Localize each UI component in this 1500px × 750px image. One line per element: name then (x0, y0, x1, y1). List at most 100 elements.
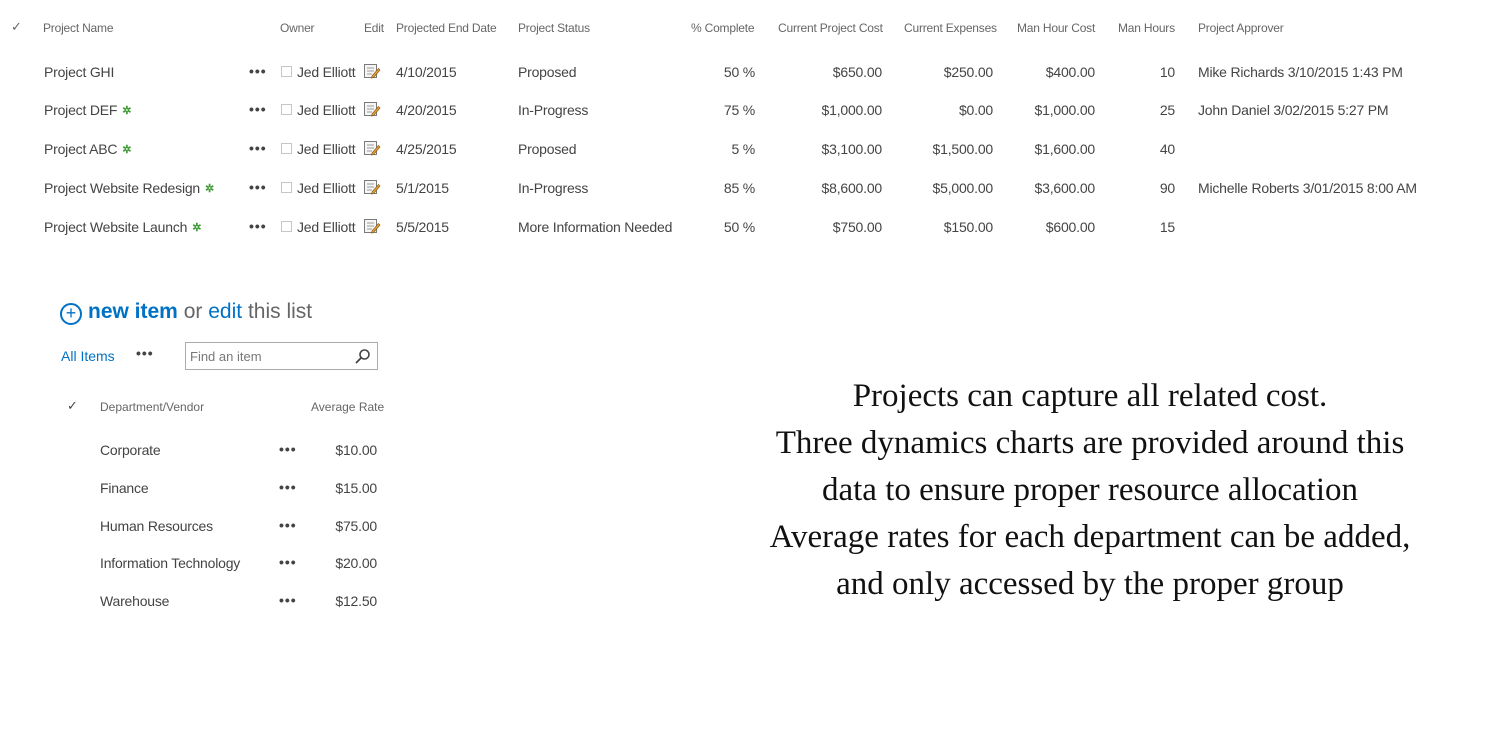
list-item[interactable]: Warehouse ••• $12.50 (0, 585, 420, 623)
status-cell: Proposed (518, 64, 577, 80)
cost-cell: $750.00 (832, 219, 882, 235)
list-item[interactable]: Finance ••• $15.00 (0, 472, 420, 510)
list-item[interactable]: Corporate ••• $10.00 (0, 434, 420, 472)
project-name-cell[interactable]: Project DEF ✲ (44, 102, 131, 118)
edit-list-link[interactable]: edit (208, 300, 242, 323)
hour-cost-cell: $600.00 (1045, 219, 1095, 235)
project-name-cell[interactable]: Project ABC ✲ (44, 141, 132, 157)
owner-cell: Jed Elliott (297, 180, 356, 196)
cost-cell: $8,600.00 (821, 180, 883, 196)
add-circle-icon[interactable]: + (60, 303, 82, 325)
expenses-cell: $1,500.00 (932, 141, 994, 157)
end-date-cell: 4/20/2015 (396, 102, 457, 118)
or-text: or (183, 300, 203, 323)
hour-cost-cell: $1,000.00 (1034, 102, 1096, 118)
status-cell: In-Progress (518, 102, 589, 118)
department-cell[interactable]: Finance (100, 480, 149, 496)
department-cell[interactable]: Warehouse (100, 593, 169, 609)
edit-icon[interactable] (363, 100, 381, 118)
select-all-checkmark[interactable]: ✓ (11, 19, 22, 35)
status-cell: More Information Needed (518, 219, 673, 235)
new-item-bar: + new item or edit this list (60, 300, 312, 325)
caption-line: Projects can capture all related cost. (852, 378, 1328, 414)
table-row[interactable]: Project ABC ✲ ••• Jed Elliott 4/25/2015 Prop… (0, 132, 1500, 170)
cost-cell: $650.00 (832, 64, 882, 80)
new-item-icon: ✲ (205, 183, 215, 195)
item-menu-button[interactable]: ••• (279, 517, 297, 533)
view-menu-button[interactable]: ••• (136, 345, 154, 361)
project-name-cell[interactable]: Project Website Launch ✲ (44, 219, 201, 235)
edit-icon[interactable] (363, 217, 381, 235)
table-row[interactable]: Project GHI ••• Jed Elliott 4/10/2015 Propo… (0, 55, 1500, 93)
column-header-end-date[interactable]: Projected End Date (396, 21, 497, 35)
column-header-complete[interactable]: % Complete (691, 21, 755, 35)
average-rate-cell: $15.00 (335, 480, 377, 496)
column-header-expenses[interactable]: Current Expenses (904, 21, 997, 35)
owner-cell: Jed Elliott (297, 219, 356, 235)
project-name-link[interactable]: Project GHI (44, 64, 114, 80)
edit-icon[interactable] (363, 62, 381, 80)
hour-cost-cell: $1,600.00 (1034, 141, 1096, 157)
column-header-approver[interactable]: Project Approver (1198, 21, 1284, 35)
approver-cell: Michelle Roberts 3/01/2015 8:00 AM (1198, 180, 1417, 196)
department-cell[interactable]: Information Technology (100, 555, 240, 571)
owner-cell: Jed Elliott (297, 102, 356, 118)
table-row[interactable]: Project Website Redesign ✲ ••• Jed Elliott … (0, 171, 1500, 209)
project-name-link[interactable]: Project Website Redesign (44, 180, 200, 196)
caption-line: Three dynamics charts are provided aroun… (775, 425, 1405, 461)
expenses-cell: $250.00 (943, 64, 993, 80)
column-header-cost[interactable]: Current Project Cost (778, 21, 883, 35)
item-menu-button[interactable]: ••• (249, 140, 267, 156)
owner-checkbox[interactable] (281, 221, 292, 232)
column-header-average-rate[interactable]: Average Rate (311, 400, 384, 414)
hours-cell: 10 (1159, 64, 1175, 80)
edit-icon[interactable] (363, 139, 381, 157)
column-header-project-name[interactable]: Project Name (43, 21, 113, 35)
item-menu-button[interactable]: ••• (249, 101, 267, 117)
owner-checkbox[interactable] (281, 104, 292, 115)
new-item-link[interactable]: new item (88, 300, 178, 323)
hours-cell: 40 (1159, 141, 1175, 157)
search-input[interactable] (190, 347, 350, 365)
item-menu-button[interactable]: ••• (279, 479, 297, 495)
expenses-cell: $0.00 (958, 102, 993, 118)
column-header-status[interactable]: Project Status (518, 21, 590, 35)
project-name-link[interactable]: Project ABC (44, 141, 117, 157)
edit-icon[interactable] (363, 178, 381, 196)
average-rate-cell: $75.00 (335, 518, 377, 534)
search-icon[interactable] (355, 348, 371, 364)
list-item[interactable]: Human Resources ••• $75.00 (0, 510, 420, 548)
column-header-department[interactable]: Department/Vendor (100, 400, 204, 414)
project-name-cell[interactable]: Project GHI (44, 64, 114, 80)
list-item[interactable]: Information Technology ••• $20.00 (0, 547, 420, 585)
cost-cell: $1,000.00 (821, 102, 883, 118)
table-row[interactable]: Project DEF ✲ ••• Jed Elliott 4/20/2015 In-P… (0, 93, 1500, 131)
department-cell[interactable]: Human Resources (100, 518, 213, 534)
rates-select-all-checkmark[interactable]: ✓ (67, 398, 78, 414)
column-header-owner[interactable]: Owner (280, 21, 315, 35)
column-header-edit[interactable]: Edit (364, 21, 384, 35)
item-menu-button[interactable]: ••• (249, 63, 267, 79)
owner-cell: Jed Elliott (297, 141, 356, 157)
item-menu-button[interactable]: ••• (279, 441, 297, 457)
project-name-link[interactable]: Project Website Launch (44, 219, 187, 235)
table-row[interactable]: Project Website Launch ✲ ••• Jed Elliott 5/… (0, 210, 1500, 248)
complete-cell: 5 % (731, 141, 755, 157)
expenses-cell: $150.00 (943, 219, 993, 235)
item-menu-button[interactable]: ••• (279, 554, 297, 570)
end-date-cell: 4/25/2015 (396, 141, 457, 157)
owner-checkbox[interactable] (281, 182, 292, 193)
project-name-link[interactable]: Project DEF (44, 102, 117, 118)
owner-checkbox[interactable] (281, 143, 292, 154)
item-menu-button[interactable]: ••• (249, 179, 267, 195)
item-menu-button[interactable]: ••• (249, 218, 267, 234)
view-all-items[interactable]: All Items (61, 348, 115, 364)
department-cell[interactable]: Corporate (100, 442, 161, 458)
owner-checkbox[interactable] (281, 66, 292, 77)
item-menu-button[interactable]: ••• (279, 592, 297, 608)
column-header-hour-cost[interactable]: Man Hour Cost (1017, 21, 1095, 35)
end-date-cell: 4/10/2015 (396, 64, 457, 80)
column-header-hours[interactable]: Man Hours (1118, 21, 1175, 35)
complete-cell: 50 % (723, 64, 755, 80)
project-name-cell[interactable]: Project Website Redesign ✲ (44, 180, 214, 196)
